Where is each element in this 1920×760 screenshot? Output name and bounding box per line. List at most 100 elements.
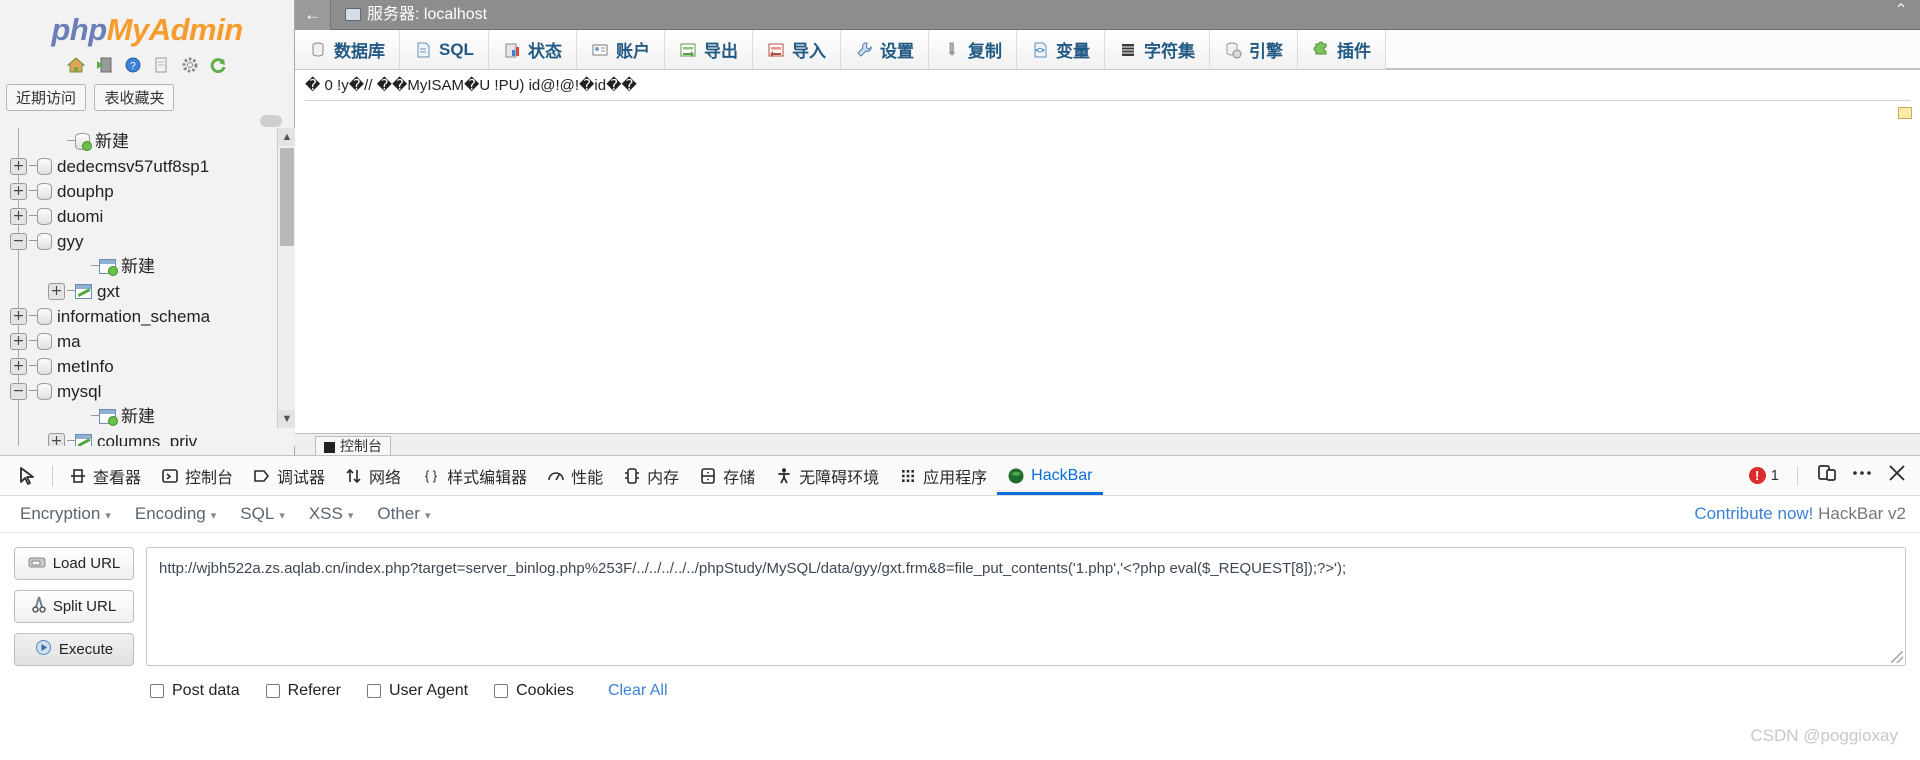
nav-tab-SQL[interactable]: SQL: [400, 30, 489, 69]
contribute-link[interactable]: Contribute now!: [1694, 504, 1813, 523]
devtools-tab-控制台[interactable]: 控制台: [151, 456, 243, 495]
settings-icon[interactable]: [180, 56, 200, 74]
pma-logo[interactable]: phpMyAdmin: [0, 0, 294, 48]
url-input[interactable]: http://wjbh522a.zs.aqlab.cn/index.php?ta…: [146, 547, 1906, 666]
favorites-tab[interactable]: 表收藏夹: [94, 84, 175, 111]
scroll-down-icon[interactable]: ▼: [278, 410, 295, 428]
tree-connector-2: [91, 265, 99, 267]
checkbox[interactable]: [494, 684, 509, 698]
nav-tab-插件[interactable]: 插件: [1297, 30, 1386, 69]
tree-node[interactable]: − mysql: [0, 378, 295, 403]
devtools-tab-HackBar[interactable]: HackBar: [997, 456, 1102, 495]
nav-tab-状态[interactable]: 状态: [488, 30, 577, 69]
tree-node-label: 新建: [121, 407, 155, 427]
devtools-tab-样式编辑器[interactable]: { } 样式编辑器: [411, 456, 537, 495]
tree-node[interactable]: + information_schema: [0, 303, 295, 328]
split-url-label: Split URL: [52, 598, 117, 615]
tree-node[interactable]: − gyy: [0, 228, 295, 253]
tree-toggle-plus-icon[interactable]: +: [10, 183, 27, 201]
tree-node[interactable]: + metInfo: [0, 353, 295, 378]
resize-grip-icon[interactable]: [1891, 651, 1903, 663]
hackbar-version: HackBar v2: [1813, 504, 1906, 523]
hackbar-menu-xss[interactable]: XSS ▾: [297, 500, 366, 528]
console-tab-label: 控制台: [340, 438, 382, 454]
checkbox[interactable]: [150, 684, 164, 698]
hackbar-option-referer[interactable]: Referer: [265, 682, 341, 700]
minimized-window-icon[interactable]: [1898, 107, 1912, 119]
tree-node-label: 新建: [95, 132, 129, 152]
reload-icon[interactable]: [208, 56, 228, 74]
devtools-tab-性能[interactable]: 性能: [537, 456, 613, 495]
recent-tab[interactable]: 近期访问: [6, 84, 87, 111]
close-icon[interactable]: [1886, 462, 1908, 489]
element-picker-icon[interactable]: [8, 465, 46, 487]
console-tab[interactable]: 控制台: [315, 436, 391, 456]
tree-node[interactable]: + douphp: [0, 178, 295, 203]
hackbar-menu-encryption[interactable]: Encryption ▾: [8, 500, 123, 528]
tree-node[interactable]: 新建: [0, 253, 295, 278]
logout-icon[interactable]: [94, 56, 114, 74]
devtools-tab-无障碍环境[interactable]: 无障碍环境: [765, 456, 889, 495]
more-options-icon[interactable]: [1850, 462, 1874, 489]
tree-toggle-plus-icon[interactable]: +: [10, 358, 27, 376]
tree-connector: [29, 390, 37, 392]
tree-node[interactable]: + dedecmsv57utf8sp1: [0, 153, 295, 178]
nav-tab-导出[interactable]: 导出: [664, 30, 753, 69]
nav-tab-引擎[interactable]: 引擎: [1209, 30, 1298, 69]
tree-toggle-plus-icon[interactable]: +: [10, 333, 27, 351]
devtools-tab-label: 调试器: [277, 469, 326, 487]
toggle-pill-icon[interactable]: [260, 115, 282, 127]
responsive-design-mode-icon[interactable]: [1816, 462, 1838, 489]
hackbar-menu-encoding[interactable]: Encoding ▾: [123, 500, 228, 528]
hackbar-option-user-agent[interactable]: User Agent: [366, 682, 468, 700]
tree-toggle-plus-icon[interactable]: +: [48, 283, 65, 301]
devtools-tab-网络[interactable]: 网络: [335, 456, 411, 495]
load-url-button[interactable]: Load URL: [14, 547, 134, 580]
nav-tab-导入[interactable]: 导入: [752, 30, 841, 69]
tree-toggle-minus-icon[interactable]: −: [10, 233, 27, 251]
nav-tab-设置[interactable]: 设置: [840, 30, 929, 69]
back-button[interactable]: ←: [295, 0, 331, 30]
error-badge[interactable]: ! 1: [1748, 467, 1779, 484]
nav-tab-数据库[interactable]: 数据库: [295, 30, 400, 69]
nav-tab-字符集[interactable]: 字符集: [1104, 30, 1210, 69]
scroll-up-icon[interactable]: ▲: [278, 128, 295, 146]
tree-toggle-plus-icon[interactable]: +: [10, 308, 27, 326]
hackbar-option-cookies[interactable]: Cookies: [494, 682, 574, 700]
devtools-tab-应用程序[interactable]: 应用程序: [889, 456, 997, 495]
tree-node[interactable]: + columns_priv: [0, 428, 295, 446]
nav-tab-复制[interactable]: 复制: [928, 30, 1017, 69]
hackbar-option-post-data[interactable]: Post data: [150, 682, 240, 700]
tree-node[interactable]: 新建: [0, 128, 295, 153]
tree-toggle-minus-icon[interactable]: −: [10, 383, 27, 401]
debugger-icon: [253, 467, 271, 485]
help-icon[interactable]: ?: [123, 56, 143, 74]
tree-toggle-plus-icon[interactable]: +: [10, 158, 27, 176]
hackbar-menu-sql[interactable]: SQL ▾: [228, 500, 297, 528]
tree-node[interactable]: + duomi: [0, 203, 295, 228]
tree-toggle-plus-icon[interactable]: +: [48, 433, 65, 446]
split-url-button[interactable]: Split URL: [14, 590, 134, 623]
tree-node[interactable]: + gxt: [0, 278, 295, 303]
sql-icon: [414, 41, 432, 59]
devtools-tab-内存[interactable]: 内存: [613, 456, 689, 495]
devtools-tab-调试器[interactable]: 调试器: [243, 456, 335, 495]
minimize-icon[interactable]: ⌃: [1892, 3, 1910, 21]
scroll-thumb[interactable]: [280, 148, 294, 246]
home-icon[interactable]: [66, 56, 86, 74]
nav-tab-变量[interactable]: <> 变量: [1016, 30, 1105, 69]
nav-tab-账户[interactable]: 账户: [576, 30, 665, 69]
tree-toggle-plus-icon[interactable]: +: [10, 208, 27, 226]
tree-node[interactable]: 新建: [0, 403, 295, 428]
devtools-tab-查看器[interactable]: 查看器: [59, 456, 151, 495]
devtools-tab-存储[interactable]: 存储: [689, 456, 765, 495]
network-icon: [345, 467, 363, 485]
checkbox[interactable]: [265, 684, 280, 698]
clear-all-link[interactable]: Clear All: [608, 682, 668, 700]
tree-node[interactable]: + ma: [0, 328, 295, 353]
tree-scrollbar[interactable]: ▲ ▼: [277, 128, 295, 428]
hackbar-menu-other[interactable]: Other ▾: [365, 500, 442, 528]
execute-button[interactable]: Execute: [14, 633, 134, 666]
docs-icon[interactable]: [151, 56, 171, 74]
checkbox[interactable]: [366, 684, 381, 698]
